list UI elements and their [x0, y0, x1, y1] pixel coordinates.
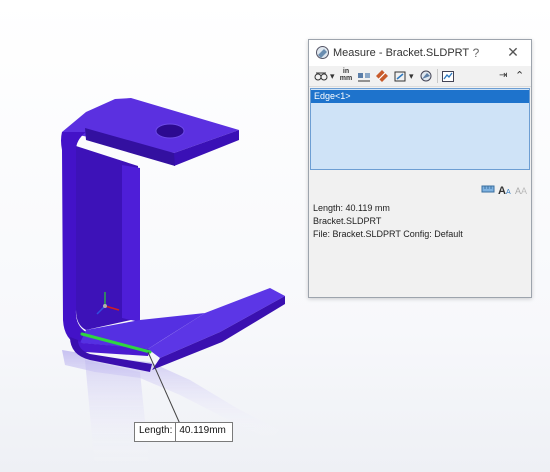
text-size-icon[interactable]: AA [497, 182, 513, 197]
close-button[interactable]: ✕ [505, 44, 521, 60]
result-file: File: Bracket.SLDPRT Config: Default [313, 229, 463, 239]
measure-line-icon[interactable] [481, 182, 495, 196]
text-size-disabled-icon: AA [514, 182, 528, 196]
units-precision-button[interactable]: in mm [339, 68, 353, 84]
title-bar[interactable]: Measure - Bracket.SLDPRT ? ✕ [309, 40, 531, 66]
result-part: Bracket.SLDPRT [313, 216, 382, 226]
measure-toolbar: ▾ in mm ▾ ⇥ ⌃ [309, 66, 531, 87]
create-sensor-icon[interactable] [441, 68, 455, 84]
pin-icon[interactable]: ⇥ [499, 68, 507, 84]
projection-icon[interactable] [393, 68, 407, 84]
web-front-face[interactable] [122, 165, 140, 322]
svg-text:A: A [521, 186, 527, 196]
show-xyz-icon[interactable] [357, 68, 371, 84]
toolbar-separator [437, 69, 438, 83]
arc-circle-options-icon[interactable] [314, 68, 328, 84]
svg-text:A: A [498, 185, 506, 196]
selection-list[interactable]: Edge<1> [310, 88, 530, 170]
help-button[interactable]: ? [469, 45, 483, 61]
result-length: Length: 40.119 mm [313, 203, 390, 213]
selection-list-item[interactable]: Edge<1> [311, 90, 529, 103]
window-title: Measure - Bracket.SLDPRT [333, 47, 470, 59]
length-dimension-callout[interactable]: Length: 40.119mm [134, 422, 233, 442]
collapse-button[interactable]: ⌃ [515, 68, 524, 84]
measure-window[interactable]: Measure - Bracket.SLDPRT ? ✕ ▾ in mm ▾ ⇥ [308, 39, 532, 298]
point-to-point-icon[interactable] [375, 68, 389, 84]
units-bottom: mm [339, 75, 353, 82]
dropdown-arrow-icon[interactable]: ▾ [330, 68, 335, 84]
callout-label: Length: [139, 425, 173, 436]
model-reflection [62, 350, 280, 470]
callout-value: 40.119mm [175, 423, 232, 441]
measure-tool-icon [316, 46, 329, 59]
projection-dropdown-icon[interactable]: ▾ [409, 68, 414, 84]
measurement-history-icon[interactable] [419, 68, 433, 84]
svg-text:A: A [506, 189, 511, 196]
flange-hole [155, 123, 185, 139]
measure-results: Length: 40.119 mm Bracket.SLDPRT File: B… [313, 202, 463, 241]
units-top: in [342, 68, 350, 75]
